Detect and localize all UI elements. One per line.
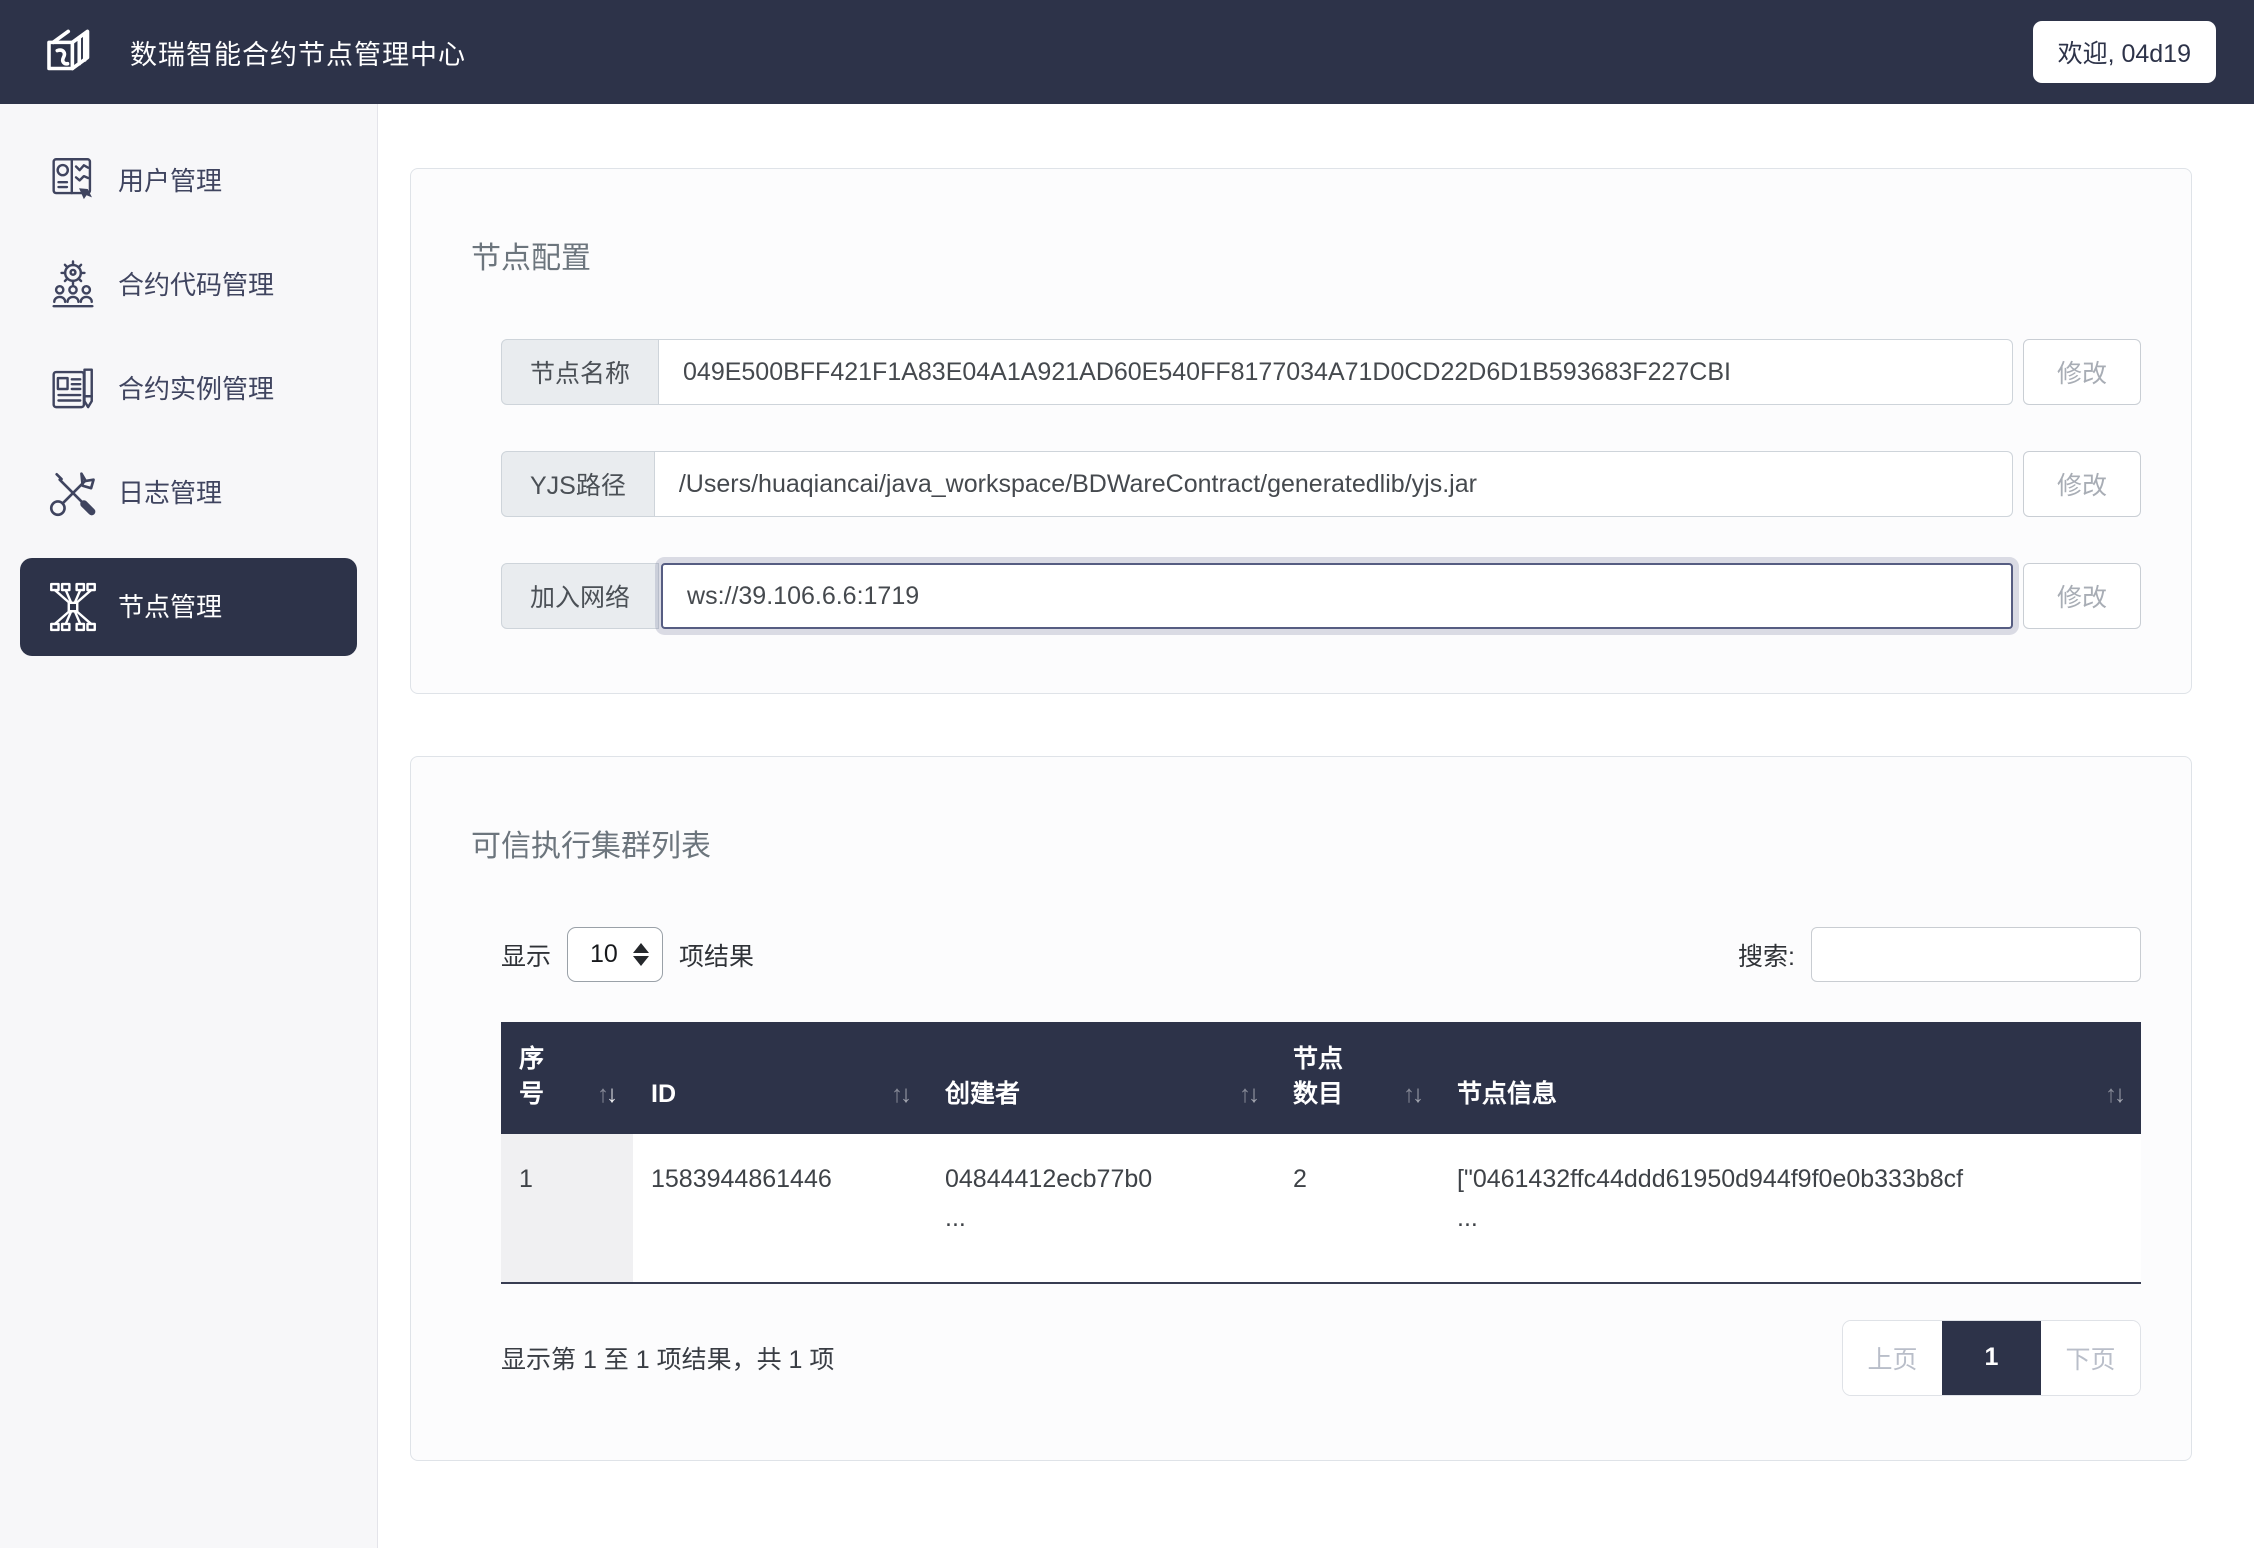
app-title: 数瑞智能合约节点管理中心: [130, 33, 466, 72]
gear-people-icon: [44, 256, 102, 314]
sort-icon: [1403, 1078, 1421, 1112]
sort-icon: [597, 1078, 615, 1112]
sidebar-item-label: 日志管理: [118, 478, 222, 508]
welcome-user-button[interactable]: 欢迎, 04d19: [2033, 21, 2216, 83]
ledger-chart-icon: [44, 152, 102, 210]
pagination-prev-button[interactable]: 上页: [1843, 1321, 1942, 1395]
sidebar-item-label: 节点管理: [118, 592, 222, 622]
modify-node-name-button[interactable]: 修改: [2023, 339, 2141, 405]
node-config-title: 节点配置: [471, 233, 2145, 277]
cell-id: 1583944861446: [633, 1134, 927, 1283]
show-label: 显示: [501, 937, 551, 973]
cell-index: 1: [501, 1134, 633, 1283]
sidebar-item-label: 用户管理: [118, 166, 222, 196]
yjs-path-label: YJS路径: [501, 451, 655, 517]
pagination-page-1-button[interactable]: 1: [1942, 1321, 2041, 1395]
cluster-list-card: 可信执行集群列表 显示 10 项结果 搜索:: [410, 756, 2192, 1461]
join-network-row: 加入网络 修改: [501, 563, 2141, 629]
table-row[interactable]: 1 1583944861446 04844412ecb77b0 ... 2 ["…: [501, 1134, 2141, 1283]
sort-icon: [891, 1078, 909, 1112]
select-spinner-icon: [633, 943, 649, 966]
sidebar-item-label: 合约代码管理: [118, 270, 274, 300]
crossed-tools-icon: [44, 464, 102, 522]
cell-node-count: 2: [1275, 1134, 1439, 1283]
results-label: 项结果: [679, 937, 754, 973]
sidebar-item-contract-code-management[interactable]: 合约代码管理: [20, 246, 357, 324]
column-header-node-count[interactable]: 节点数目: [1275, 1022, 1439, 1134]
page-length-control: 显示 10 项结果: [501, 927, 754, 982]
yjs-path-row: YJS路径 修改: [501, 451, 2141, 517]
node-config-card: 节点配置 节点名称 修改 YJS路径 修改 加入网络 修改: [410, 168, 2192, 694]
node-name-row: 节点名称 修改: [501, 339, 2141, 405]
search-control: 搜索:: [1738, 927, 2141, 982]
join-network-label: 加入网络: [501, 563, 659, 629]
sidebar-item-node-management[interactable]: 节点管理: [20, 558, 357, 656]
yjs-path-input[interactable]: [655, 451, 2013, 517]
cell-creator: 04844412ecb77b0 ...: [927, 1134, 1275, 1283]
sort-icon: [2105, 1078, 2123, 1112]
modify-yjs-path-button[interactable]: 修改: [2023, 451, 2141, 517]
column-header-index[interactable]: 序号: [501, 1022, 633, 1134]
sidebar-item-log-management[interactable]: 日志管理: [20, 454, 357, 532]
main-content: 节点配置 节点名称 修改 YJS路径 修改 加入网络 修改: [378, 104, 2254, 1548]
pagination: 上页 1 下页: [1842, 1320, 2141, 1396]
network-nodes-icon: [44, 578, 102, 636]
pagination-next-button[interactable]: 下页: [2041, 1321, 2140, 1395]
document-pen-icon: [44, 360, 102, 418]
cluster-table: 序号 ID 创建者 节点数目 节点信息: [501, 1022, 2141, 1284]
sidebar-item-user-management[interactable]: 用户管理: [20, 142, 357, 220]
column-header-creator[interactable]: 创建者: [927, 1022, 1275, 1134]
sidebar: 用户管理 合约代码管理: [0, 104, 378, 1548]
sidebar-item-contract-instance-management[interactable]: 合约实例管理: [20, 350, 357, 428]
column-header-node-info[interactable]: 节点信息: [1439, 1022, 2141, 1134]
search-label: 搜索:: [1738, 937, 1795, 973]
table-info-text: 显示第 1 至 1 项结果，共 1 项: [501, 1340, 834, 1376]
node-name-label: 节点名称: [501, 339, 659, 405]
column-header-id[interactable]: ID: [633, 1022, 927, 1134]
cluster-list-title: 可信执行集群列表: [471, 821, 2145, 865]
cell-node-info: ["0461432ffc44ddd61950d944f9f0e0b333b8cf…: [1439, 1134, 2141, 1283]
app-logo-icon: [38, 19, 104, 85]
modify-join-network-button[interactable]: 修改: [2023, 563, 2141, 629]
sort-icon: [1239, 1078, 1257, 1112]
page-length-select[interactable]: 10: [567, 927, 663, 982]
page-length-value: 10: [590, 940, 618, 969]
node-name-input[interactable]: [659, 339, 2013, 405]
sidebar-item-label: 合约实例管理: [118, 374, 274, 404]
table-search-input[interactable]: [1811, 927, 2141, 982]
join-network-input[interactable]: [661, 563, 2013, 629]
top-navbar: 数瑞智能合约节点管理中心 欢迎, 04d19: [0, 0, 2254, 104]
